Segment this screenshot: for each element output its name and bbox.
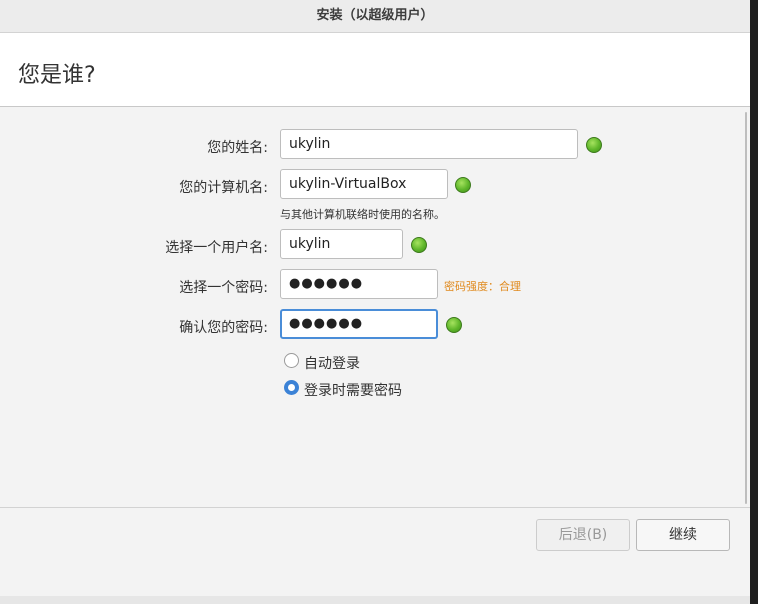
computer-name-label: 您的计算机名:	[179, 180, 268, 196]
password-label: 选择一个密码:	[179, 280, 268, 296]
username-field[interactable]: ukylin	[280, 229, 403, 259]
auto-login-label[interactable]: 自动登录	[304, 353, 360, 373]
scrollbar[interactable]	[745, 112, 747, 504]
require-password-label[interactable]: 登录时需要密码	[304, 380, 402, 400]
window-edge	[750, 0, 758, 604]
require-password-radio[interactable]	[284, 380, 299, 395]
computer-name-field[interactable]: ukylin-VirtualBox	[280, 169, 448, 199]
password-field[interactable]: ●●●●●●	[280, 269, 438, 299]
computer-name-hint: 与其他计算机联络时使用的名称。	[280, 208, 445, 221]
desktop-strip	[0, 596, 750, 604]
username-label: 选择一个用户名:	[165, 240, 268, 256]
page-title: 您是谁?	[18, 63, 96, 88]
name-label: 您的姓名:	[207, 140, 268, 156]
window-title: 安装（以超级用户）	[0, 0, 750, 33]
auto-login-radio[interactable]	[284, 353, 299, 368]
computer-name-valid-icon	[455, 177, 471, 193]
button-bar: 后退(B) 继续	[0, 508, 750, 596]
form-area	[0, 107, 750, 508]
back-button[interactable]: 后退(B)	[536, 519, 630, 551]
name-field[interactable]: ukylin	[280, 129, 578, 159]
confirm-password-field[interactable]: ●●●●●●	[280, 309, 438, 339]
confirm-password-valid-icon	[446, 317, 462, 333]
name-valid-icon	[586, 137, 602, 153]
password-strength-text: 密码强度：合理	[444, 280, 521, 293]
confirm-password-label: 确认您的密码:	[179, 320, 268, 336]
continue-button[interactable]: 继续	[636, 519, 730, 551]
page-header: 您是谁?	[0, 33, 750, 107]
username-valid-icon	[411, 237, 427, 253]
